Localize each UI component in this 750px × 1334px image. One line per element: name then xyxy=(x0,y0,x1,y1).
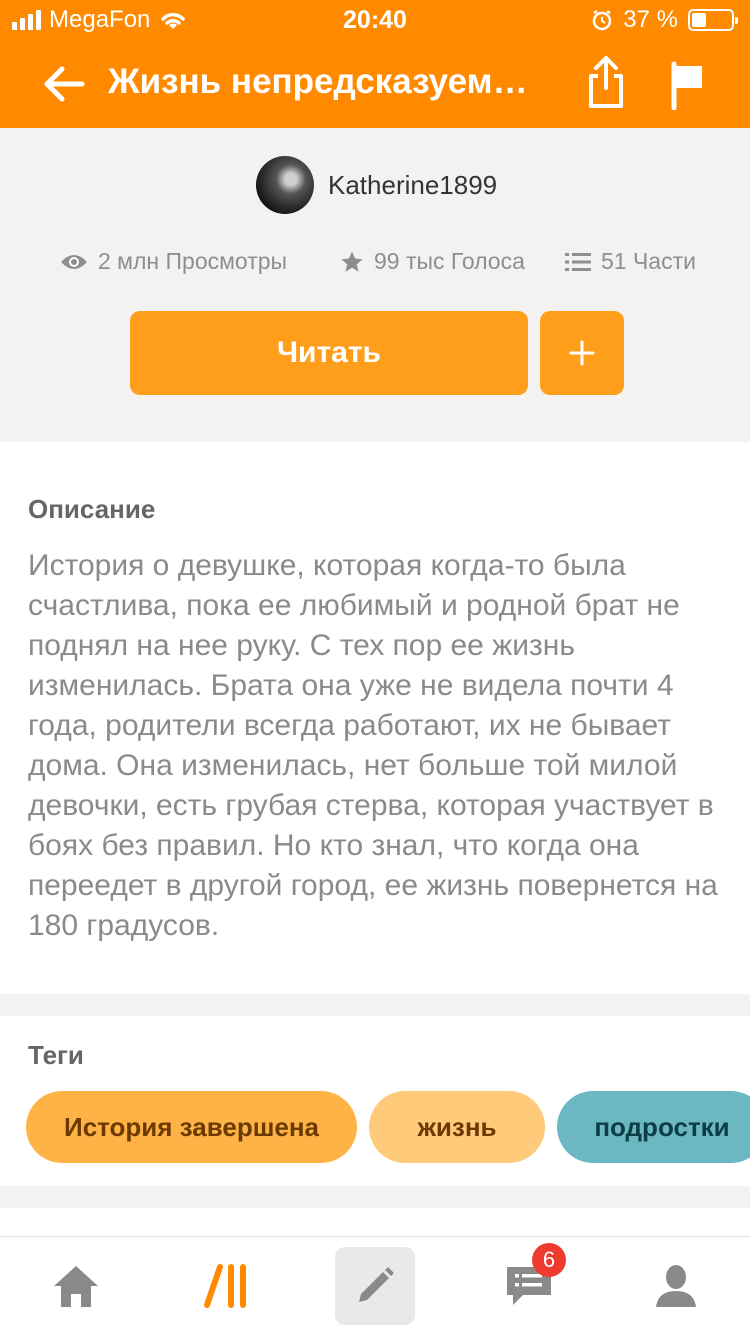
tab-profile[interactable] xyxy=(636,1237,716,1334)
parts-label: 51 Части xyxy=(601,248,696,274)
battery-percent: 37 % xyxy=(623,6,678,33)
list-icon xyxy=(565,252,591,271)
author[interactable]: Katherine1899 xyxy=(256,156,497,214)
tag-chip[interactable]: История завершена xyxy=(26,1091,357,1163)
share-icon[interactable] xyxy=(586,54,626,110)
status-right: 37 % xyxy=(591,6,738,34)
home-icon xyxy=(54,1266,98,1307)
stat-parts: 51 Части xyxy=(565,248,696,275)
story-header: Katherine1899 2 млн Просмотры 99 тыс Гол… xyxy=(0,128,750,442)
description-card: Описание История о девушке, которая когд… xyxy=(0,442,750,994)
top-bar: MegaFon 20:40 37 % Жизнь непредсказуем… xyxy=(0,0,750,128)
write-icon xyxy=(359,1267,394,1302)
tab-messages[interactable]: 6 xyxy=(484,1237,574,1334)
description-text: История о девушке, которая когда-то была… xyxy=(28,549,718,942)
profile-icon xyxy=(656,1265,696,1307)
read-button[interactable]: Читать xyxy=(130,311,528,395)
tags-card: Теги История завершена жизнь подростки xyxy=(0,1016,750,1186)
eye-icon xyxy=(61,254,87,269)
page-title: Жизнь непредсказуем… xyxy=(108,62,528,101)
battery-fill xyxy=(692,13,706,27)
navigation-bar: Жизнь непредсказуем… xyxy=(0,40,750,128)
tab-home[interactable] xyxy=(36,1237,116,1334)
tag-chip[interactable]: жизнь xyxy=(369,1091,545,1163)
description-heading: Описание xyxy=(28,494,156,524)
story-stats: 2 млн Просмотры 99 тыс Голоса 51 Части xyxy=(60,248,710,280)
tab-bar: 6 xyxy=(0,1236,750,1334)
flag-icon[interactable] xyxy=(668,60,708,110)
author-name[interactable]: Katherine1899 xyxy=(328,170,497,201)
status-bar: MegaFon 20:40 37 % xyxy=(0,0,750,40)
tab-library[interactable] xyxy=(186,1237,266,1334)
messages-badge: 6 xyxy=(532,1243,566,1277)
alarm-icon xyxy=(593,9,612,31)
back-arrow-icon[interactable] xyxy=(40,60,88,108)
library-icon xyxy=(204,1264,246,1308)
add-to-library-button[interactable] xyxy=(540,311,624,395)
plus-icon xyxy=(569,340,595,366)
tab-write[interactable] xyxy=(335,1247,415,1325)
stat-views: 2 млн Просмотры xyxy=(60,248,287,275)
views-label: 2 млн Просмотры xyxy=(98,248,288,274)
tags-heading: Теги xyxy=(28,1040,84,1070)
stat-votes: 99 тыс Голоса xyxy=(340,248,525,275)
star-icon xyxy=(341,251,363,272)
avatar[interactable] xyxy=(256,156,314,214)
tag-chip[interactable]: подростки xyxy=(557,1091,750,1163)
votes-label: 99 тыс Голоса xyxy=(374,248,525,274)
battery-icon xyxy=(688,9,738,31)
